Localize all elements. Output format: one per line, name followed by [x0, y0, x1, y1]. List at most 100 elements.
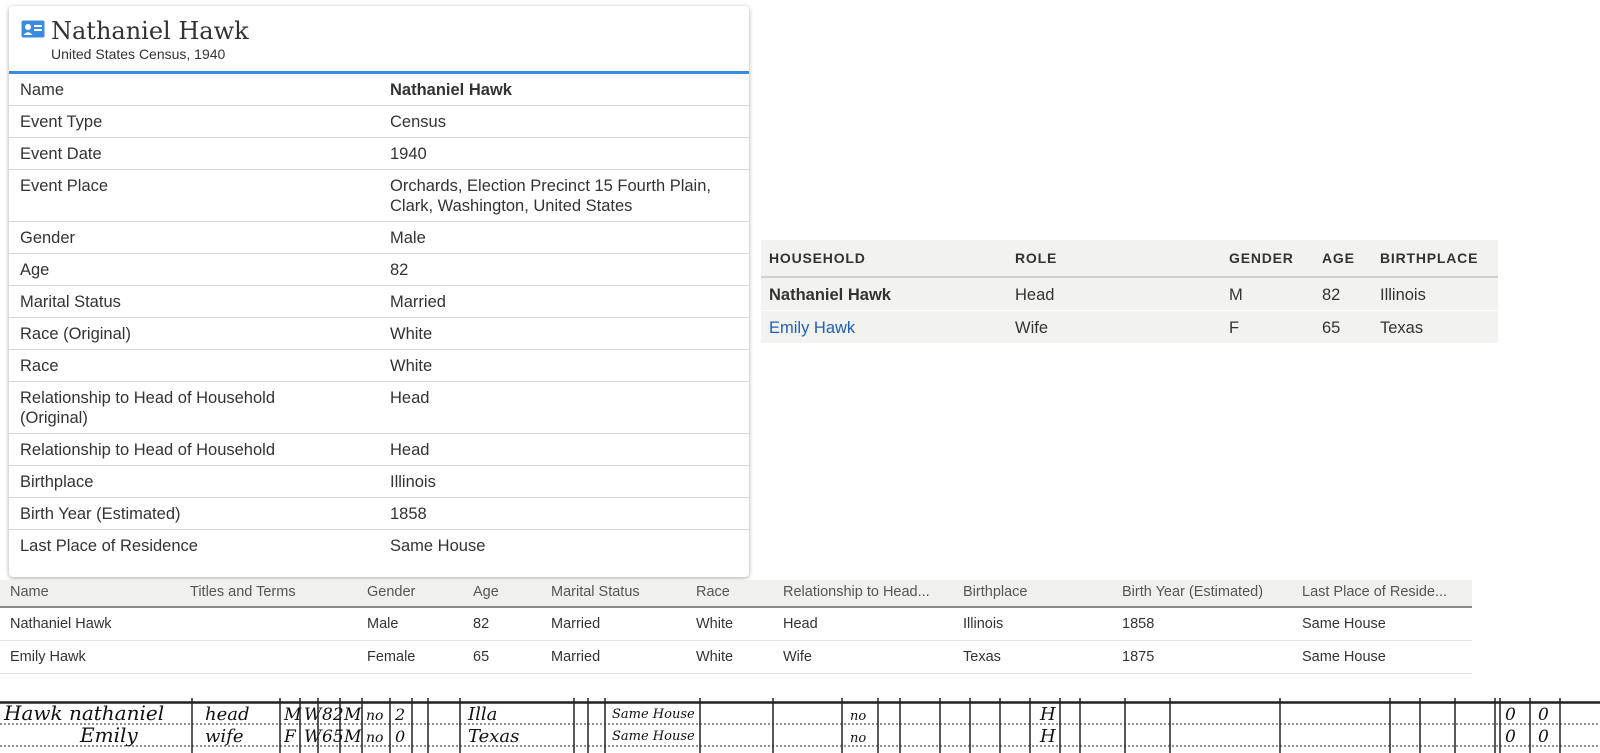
census-surname: Hawk nathaniel — [3, 701, 164, 725]
census-marital: M — [343, 727, 362, 747]
census-val-b: 0 — [1538, 705, 1549, 725]
col-header-relationship[interactable]: Relationship to Head... — [783, 584, 930, 600]
cell-last-residence: Same House — [1302, 649, 1386, 665]
cell-marital-status: Married — [551, 616, 601, 632]
record-header: Nathaniel Hawk United States Census, 194… — [9, 6, 749, 74]
cell-name: Nathaniel Hawk — [10, 616, 112, 632]
household-member-role: Wife — [1015, 319, 1048, 337]
cell-age: 82 — [473, 616, 490, 632]
cell-birth-year: 1875 — [1122, 649, 1155, 665]
field-row-last-residence: Last Place of Residence Same House — [9, 529, 749, 561]
census-grade: 2 — [394, 705, 405, 724]
field-row-gender: Gender Male — [9, 221, 749, 253]
household-member-gender: F — [1229, 319, 1240, 337]
census-given-name: Emily — [79, 723, 138, 747]
col-header-marital-status[interactable]: Marital Status — [551, 584, 640, 600]
record-fields: Name Nathaniel Hawk Event Type Census Ev… — [9, 74, 749, 561]
field-label: Event Date — [20, 145, 102, 163]
census-race: W — [304, 705, 323, 725]
household-member-age: 82 — [1322, 286, 1341, 304]
field-label: Race (Original) — [20, 325, 131, 343]
census-val-a: 0 — [1505, 705, 1516, 725]
col-header-last-residence[interactable]: Last Place of Reside... — [1302, 584, 1447, 600]
cell-race: White — [696, 649, 734, 665]
cell-birthplace: Illinois — [963, 616, 1004, 632]
col-header-gender[interactable]: Gender — [367, 584, 415, 600]
census-code: H — [1039, 704, 1056, 725]
field-value: Same House — [390, 537, 486, 555]
field-label: Age — [20, 261, 50, 279]
census-code: H — [1039, 726, 1056, 747]
field-row-relationship-original: Relationship to Head of Household (Origi… — [9, 381, 749, 433]
census-residence: Same House — [612, 707, 695, 722]
cell-age: 65 — [473, 649, 490, 665]
col-header-age[interactable]: Age — [473, 584, 499, 600]
household-row: Nathaniel Hawk Head M 82 Illinois — [761, 278, 1498, 311]
role-col-header: ROLE — [1015, 250, 1058, 266]
census-work: no — [850, 731, 866, 746]
census-relation: head — [205, 704, 250, 725]
census-sex: F — [283, 727, 297, 747]
col-header-race[interactable]: Race — [696, 584, 730, 600]
field-value: Illinois — [390, 473, 436, 491]
cell-last-residence: Same House — [1302, 616, 1386, 632]
field-label: Last Place of Residence — [20, 537, 198, 555]
field-label: Event Type — [20, 113, 103, 131]
census-age: 65 — [322, 727, 344, 747]
field-value: Head — [390, 389, 430, 407]
col-header-birthplace[interactable]: Birthplace — [963, 584, 1027, 600]
field-value: White — [390, 357, 433, 375]
col-header-birth-year[interactable]: Birth Year (Estimated) — [1122, 584, 1263, 600]
field-row-birth-year: Birth Year (Estimated) 1858 — [9, 497, 749, 529]
record-title: Nathaniel Hawk — [51, 17, 249, 45]
field-value: White — [390, 325, 433, 343]
household-member-birthplace: Illinois — [1380, 286, 1426, 304]
field-label: Relationship to Head of Household (Origi… — [20, 389, 276, 427]
cell-gender: Male — [367, 616, 399, 632]
field-row-event-type: Event Type Census — [9, 105, 749, 137]
field-label: Gender — [20, 229, 76, 247]
gender-col-header: GENDER — [1229, 250, 1294, 266]
field-row-race-original: Race (Original) White — [9, 317, 749, 349]
census-school: no — [366, 730, 383, 746]
census-relation: wife — [205, 726, 243, 747]
household-member-gender: M — [1229, 286, 1243, 304]
field-label: Birthplace — [20, 473, 94, 491]
cell-birthplace: Texas — [963, 649, 1001, 665]
index-table: Name Titles and Terms Gender Age Marital… — [0, 580, 1472, 674]
field-value: 1858 — [390, 505, 427, 523]
table-row[interactable]: Emily Hawk Female 65 Married White Wife … — [0, 641, 1472, 674]
field-row-birthplace: Birthplace Illinois — [9, 465, 749, 497]
cell-gender: Female — [367, 649, 416, 665]
col-header-name[interactable]: Name — [10, 584, 49, 600]
census-birthplace: Illa — [467, 704, 497, 725]
field-label: Name — [20, 81, 65, 99]
census-birthplace: Texas — [468, 726, 519, 747]
field-value: Married — [390, 293, 446, 311]
household-table: HOUSEHOLD ROLE GENDER AGE BIRTHPLACE Nat… — [761, 240, 1498, 344]
cell-birth-year: 1858 — [1122, 616, 1155, 632]
census-grade: 0 — [395, 727, 405, 746]
census-age: 82 — [322, 705, 344, 725]
field-row-name: Name Nathaniel Hawk — [9, 74, 749, 105]
field-label: Race — [20, 357, 59, 375]
age-col-header: AGE — [1322, 250, 1355, 266]
field-label: Marital Status — [20, 293, 121, 311]
census-image-svg: Hawk nathaniel head M W 82 M no 2 Illa S… — [0, 698, 1600, 753]
col-header-titles[interactable]: Titles and Terms — [190, 584, 296, 600]
field-value: 1940 — [390, 145, 427, 163]
census-work: no — [850, 709, 866, 724]
field-value: 82 — [390, 261, 409, 279]
census-school: no — [366, 708, 383, 724]
field-value: Nathaniel Hawk — [390, 81, 512, 99]
field-value: Male — [390, 229, 426, 247]
household-member-link[interactable]: Emily Hawk — [769, 319, 855, 338]
cell-relationship: Wife — [783, 649, 812, 665]
field-row-race: Race White — [9, 349, 749, 381]
field-value: Census — [390, 113, 446, 131]
field-row-marital-status: Marital Status Married — [9, 285, 749, 317]
household-header-row: HOUSEHOLD ROLE GENDER AGE BIRTHPLACE — [761, 240, 1498, 278]
field-label: Relationship to Head of Household — [20, 441, 276, 459]
table-row[interactable]: Nathaniel Hawk Male 82 Married White Hea… — [0, 608, 1472, 641]
census-marital: M — [343, 705, 362, 725]
